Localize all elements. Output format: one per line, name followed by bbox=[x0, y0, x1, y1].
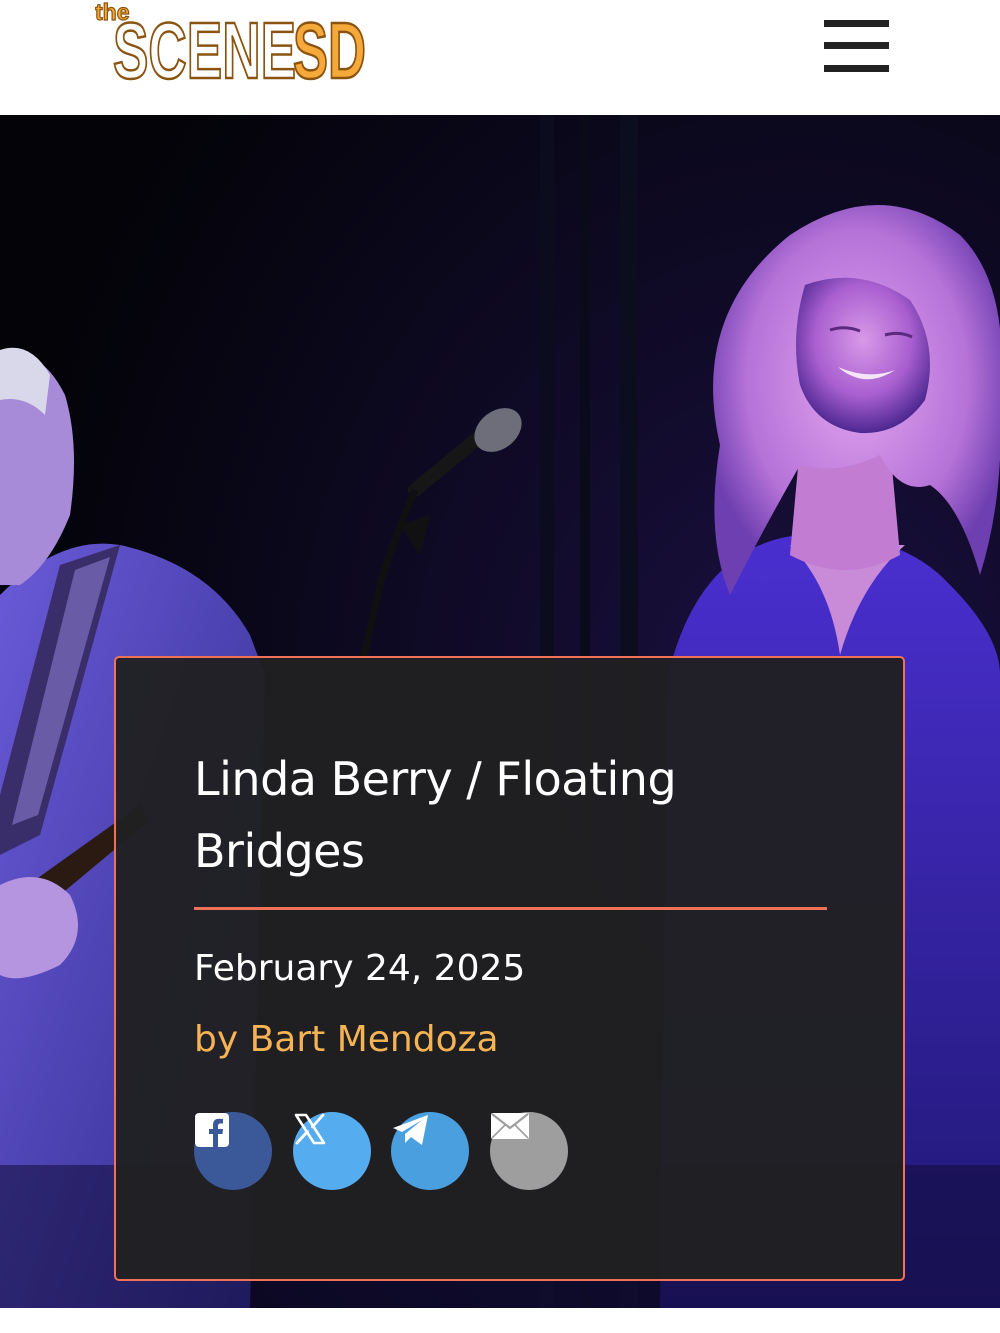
page-footer-strip bbox=[0, 1308, 1000, 1333]
x-share-button[interactable] bbox=[293, 1112, 371, 1190]
title-divider bbox=[194, 907, 827, 910]
article-title: Linda Berry / Floating Bridges bbox=[194, 752, 677, 878]
menu-bar bbox=[824, 42, 889, 49]
publish-date: February 24, 2025 bbox=[194, 948, 526, 989]
email-share-button[interactable] bbox=[490, 1112, 568, 1190]
telegram-icon bbox=[393, 1115, 428, 1145]
site-header: the SCENE SD bbox=[0, 0, 1000, 115]
menu-bar bbox=[824, 20, 889, 27]
hero-section: Linda Berry / Floating Bridges February … bbox=[0, 115, 1000, 1308]
x-icon bbox=[294, 1113, 326, 1145]
menu-bar bbox=[824, 65, 889, 72]
email-icon bbox=[491, 1113, 529, 1139]
facebook-icon bbox=[195, 1113, 229, 1147]
author-link[interactable]: by Bart Mendoza bbox=[194, 1015, 499, 1065]
site-logo[interactable]: the SCENE SD bbox=[95, 0, 370, 85]
hamburger-menu-icon[interactable] bbox=[820, 16, 892, 76]
telegram-share-button[interactable] bbox=[391, 1112, 469, 1190]
facebook-share-button[interactable] bbox=[194, 1112, 272, 1190]
logo-scene-text: SCENE bbox=[113, 6, 296, 85]
article-header-card: Linda Berry / Floating Bridges February … bbox=[114, 656, 905, 1281]
logo-sd-text: SD bbox=[293, 6, 366, 85]
